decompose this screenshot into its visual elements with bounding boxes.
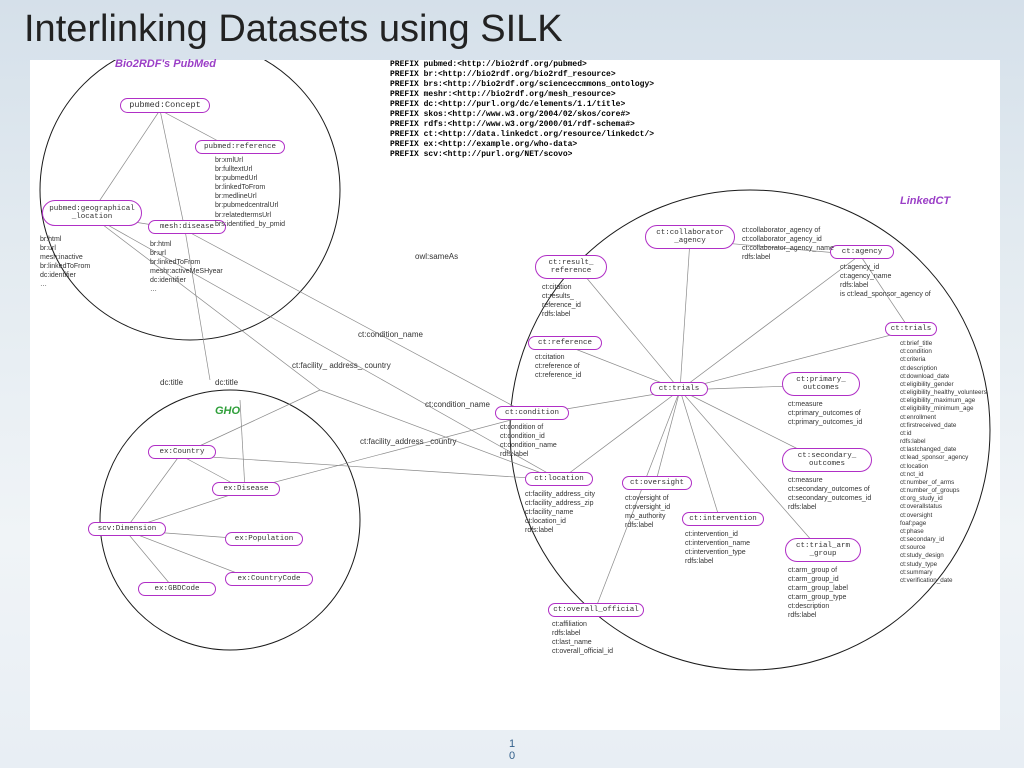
group-title-bio2rdf: Bio2RDF's PubMed (115, 58, 216, 70)
node-pubmed-reference: pubmed:reference (195, 140, 285, 154)
edge-owl-sameas: owl:sameAs (415, 252, 458, 261)
attrs-mesh-disease: br:html br:url br:linkedToFrom meshr:act… (150, 240, 223, 295)
attrs-ct-result-ref: ct:citation ct:results_ reference_id rdf… (542, 283, 581, 319)
node-ex-gbdcode: ex:GBDCode (138, 582, 216, 596)
node-ct-condition: ct:condition (495, 406, 569, 420)
node-ct-result-ref: ct:result_ reference (535, 255, 607, 279)
group-title-gho: GHO (215, 405, 240, 417)
node-ex-country: ex:Country (148, 445, 216, 459)
node-ct-agency: ct:agency (830, 245, 894, 259)
node-ct-primary: ct:primary_ outcomes (782, 372, 860, 396)
attrs-ct-secondary: ct:measure ct:secondary_outcomes of ct:s… (788, 476, 871, 512)
node-scv-dimension: scv:Dimension (88, 522, 166, 536)
attrs-ct-oversight: ct:oversight of ct:oversight_id mo_autho… (625, 494, 670, 530)
edge-ct-cond-name-2: ct:condition_name (425, 400, 490, 409)
edge-ct-fac-addr: ct:facility_ address_ country (292, 362, 391, 370)
attrs-ct-location: ct:facility_address_city ct:facility_add… (525, 490, 595, 535)
node-ex-disease: ex:Disease (212, 482, 280, 496)
attrs-ct-condition: ct:condition of ct:condition_id ct:condi… (500, 423, 557, 459)
prefix-declarations: PREFIX pubmed:<http://bio2rdf.org/pubmed… (390, 60, 654, 160)
attrs-pubmed-ref: br:xmlUrl br:fulltextUrl br:pubmedUrl br… (215, 156, 285, 229)
attrs-ct-intervention: ct:intervention_id ct:intervention_name … (685, 530, 750, 566)
group-title-linkedct: LinkedCT (900, 195, 950, 207)
page-number: 1 0 (509, 738, 515, 762)
attrs-ct-agency: ct:agency_id ct:agency_name rdfs:label i… (840, 263, 931, 299)
diagram-edges-svg (30, 60, 1000, 730)
attrs-ct-trial-arm: ct:arm_group of ct:arm_group_id ct:arm_g… (788, 566, 848, 621)
node-ct-location: ct:location (525, 472, 593, 486)
node-pubmed-concept: pubmed:Concept (120, 98, 210, 113)
attrs-ct-trials: ct:brief_title ct:condition ct:criteria … (900, 340, 987, 585)
attrs-ct-primary: ct:measure ct:primary_outcomes of ct:pri… (788, 400, 862, 427)
node-ex-countrycode: ex:CountryCode (225, 572, 313, 586)
node-ex-population: ex:Population (225, 532, 303, 546)
attrs-ct-collab: ct:collaborator_agency of ct:collaborato… (742, 226, 834, 262)
node-ct-intervention: ct:intervention (682, 512, 764, 526)
node-ct-oversight: ct:oversight (622, 476, 692, 490)
edge-dc-title-1: dc:title (160, 378, 183, 387)
node-pubmed-geo: pubmed:geographical _location (42, 200, 142, 226)
edge-dc-title-2: dc:title (215, 378, 238, 387)
node-ct-reference: ct:reference (528, 336, 602, 350)
edge-ct-cond-name-1: ct:condition_name (358, 330, 423, 339)
node-ct-trials-right: ct:trials (885, 322, 937, 336)
attrs-ct-overall: ct:affiliation rdfs:label ct:last_name c… (552, 620, 613, 656)
attrs-ct-reference: ct:citation ct:reference of ct:reference… (535, 353, 581, 380)
node-ct-secondary: ct:secondary_ outcomes (782, 448, 872, 472)
node-ct-trials-center: ct:trials (650, 382, 708, 396)
page-title: Interlinking Datasets using SILK (24, 8, 563, 51)
attrs-pubmed-geo: br:html br:url mesh:inactive br:linkedTo… (40, 235, 90, 290)
edge-ct-fac-addr-2: ct:facility_address _country (360, 438, 457, 446)
diagram-canvas: PREFIX pubmed:<http://bio2rdf.org/pubmed… (30, 60, 1000, 730)
page-number-top: 1 (509, 738, 515, 750)
node-ct-trial-arm: ct:trial_arm _group (785, 538, 861, 562)
node-ct-collab: ct:collaborator _agency (645, 225, 735, 249)
node-ct-overall: ct:overall_official (548, 603, 644, 617)
page-number-bottom: 0 (509, 750, 515, 762)
